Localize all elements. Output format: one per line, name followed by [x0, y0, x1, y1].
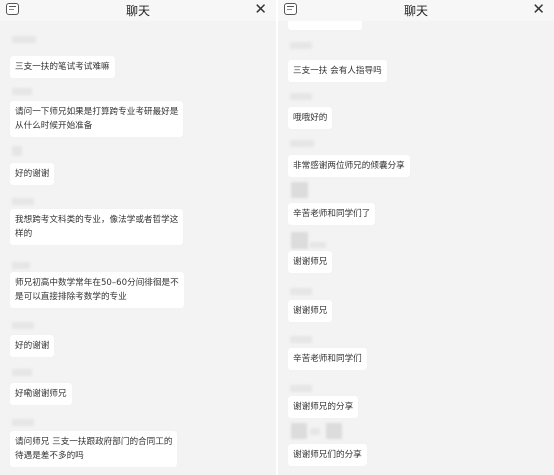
message-bubble: 谢谢师兄 — [288, 300, 333, 322]
message-text: 谢谢师兄 — [293, 257, 328, 267]
sender-avatar-blurred — [291, 232, 308, 249]
message-text: 好的谢谢 — [15, 169, 50, 179]
message-text: 待遇是差不多的吗 — [15, 451, 84, 461]
message-text: 三支一扶 会有人指导吗 — [293, 66, 382, 76]
chat-title: 聊天 — [125, 4, 150, 18]
message-bubble: 谢谢师兄们的分享 — [288, 444, 367, 466]
message-bubble: 好的谢谢 — [10, 163, 55, 185]
sender-name-blurred — [310, 428, 320, 435]
message-text: 样的 — [15, 229, 33, 239]
sender-avatar-blurred — [290, 385, 312, 392]
message-bubble: 谢谢师兄 — [288, 251, 333, 273]
chat-title: 聊天 — [403, 4, 428, 18]
chat-header: 聊天 ✕ — [278, 0, 554, 21]
message-bubble: 辛苦老师和同学们 — [288, 348, 367, 370]
message-text: 谢谢师兄们的分享 — [293, 450, 362, 460]
chat-header: 聊天 ✕ — [0, 0, 276, 21]
message-text: 谢谢师兄的分享 — [293, 402, 354, 412]
message-text: 请问师兄 三支一扶跟政府部门的合同工的 — [15, 437, 173, 447]
sender-avatar-blurred — [290, 42, 312, 49]
message-bubble: 我想跨考文科类的专业，像法学或者哲学这 样的 — [10, 209, 184, 245]
message-bubble: 好嘞谢谢师兄 — [10, 383, 72, 405]
message-text: 我想跨考文科类的专业，像法学或者哲学这 — [15, 215, 179, 225]
message-text: 从什么时候开始准备 — [15, 121, 93, 131]
message-text: 是可以直接排除考数学的专业 — [15, 292, 127, 302]
message-bubble: 三支一扶 会有人指导吗 — [288, 60, 387, 82]
chat-panel-left: 聊天 ✕ 三支一扶的笔试考试难嘛 请问一下师兄如果是打算跨专业考研最好是 从什么… — [0, 0, 276, 475]
sender-avatar-blurred — [290, 93, 312, 100]
message-text: 好的谢谢 — [15, 341, 50, 351]
sender-avatar-blurred — [12, 419, 34, 426]
sender-avatar-blurred — [290, 140, 314, 147]
close-icon[interactable]: ✕ — [254, 0, 267, 18]
message-bubble: 辛苦老师和同学们了 — [288, 203, 376, 225]
message-text: 好嘞谢谢师兄 — [15, 389, 67, 399]
message-bubble: 谢谢师兄的分享 — [288, 396, 359, 418]
sender-avatar-blurred — [12, 262, 30, 269]
message-bubble: 好的谢谢 — [10, 335, 55, 357]
message-text: 三支一扶的笔试考试难嘛 — [15, 62, 110, 72]
sender-avatar-blurred — [326, 423, 342, 439]
sender-avatar-blurred — [12, 36, 36, 43]
message-text: 哦哦好的 — [293, 113, 328, 123]
message-text: 辛苦老师和同学们 — [293, 354, 362, 364]
sender-avatar-blurred — [12, 88, 32, 95]
message-bubble: 请问师兄 三支一扶跟政府部门的合同工的 待遇是差不多的吗 — [10, 431, 178, 467]
sender-avatar-blurred — [290, 288, 312, 295]
message-text: 辛苦老师和同学们了 — [293, 209, 371, 219]
message-bubble: 非常感谢两位师兄的倾囊分享 — [288, 155, 410, 177]
screenshot-pair: 聊天 ✕ 三支一扶的笔试考试难嘛 请问一下师兄如果是打算跨专业考研最好是 从什么… — [0, 0, 554, 475]
message-bubble: 师兄初高中数学常年在50–60分间徘徊是不 是可以直接排除考数学的专业 — [10, 272, 184, 308]
message-text: 谢谢师兄 — [293, 306, 328, 316]
message-bubble: 哦哦好的 — [288, 107, 333, 129]
sender-avatar-blurred — [12, 369, 32, 376]
close-icon[interactable]: ✕ — [532, 0, 545, 18]
sender-avatar-blurred — [12, 322, 34, 329]
message-bubble: 请问一下师兄如果是打算跨专业考研最好是 从什么时候开始准备 — [10, 101, 184, 137]
message-bubble: 三支一扶的笔试考试难嘛 — [10, 56, 115, 78]
sender-avatar-blurred — [12, 198, 34, 205]
message-text: 师兄初高中数学常年在50–60分间徘徊是不 — [15, 278, 179, 288]
sender-avatar-blurred — [12, 146, 22, 156]
message-text: 非常感谢两位师兄的倾囊分享 — [293, 161, 405, 171]
sender-name-blurred — [310, 242, 326, 248]
message-text: 请问一下师兄如果是打算跨专业考研最好是 — [15, 107, 179, 117]
chat-panel-right: 聊天 ✕ 三支一扶 会有人指导吗 哦哦好的 非常感谢两位师兄的倾囊分享 辛苦老师… — [278, 0, 554, 475]
sender-avatar-blurred — [290, 336, 312, 343]
sender-avatar-blurred — [291, 182, 308, 198]
sender-avatar-blurred — [291, 423, 307, 439]
